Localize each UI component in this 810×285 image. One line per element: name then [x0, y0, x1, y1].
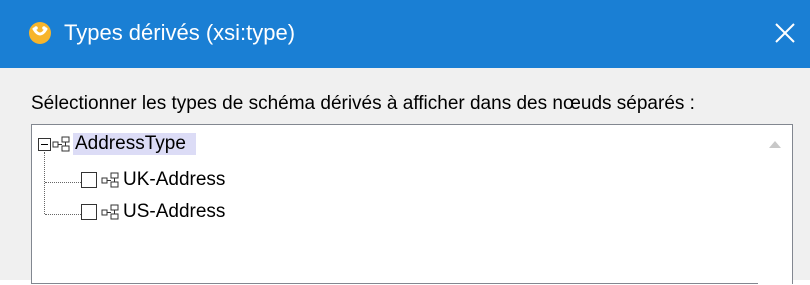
tree-connector	[45, 214, 81, 215]
us-address-label[interactable]: US-Address	[123, 201, 225, 223]
window-title: Types dérivés (xsi:type)	[64, 20, 296, 45]
collapse-toggle[interactable]	[38, 138, 51, 151]
tree-root-label[interactable]: AddressType	[73, 133, 196, 155]
complex-type-icon	[52, 136, 70, 152]
close-icon	[775, 23, 795, 43]
scroll-up-arrow-icon[interactable]	[768, 139, 782, 149]
derived-types-dialog: Types dérivés (xsi:type) Sélectionner le…	[0, 0, 810, 285]
us-address-checkbox[interactable]	[81, 204, 97, 220]
uk-address-label[interactable]: UK-Address	[123, 169, 225, 191]
tree-connector	[45, 182, 81, 183]
derived-types-tree[interactable]: AddressType UK-Address US-Address	[31, 124, 793, 285]
altova-icon	[29, 22, 51, 44]
close-button[interactable]	[766, 14, 804, 52]
uk-address-checkbox[interactable]	[81, 172, 97, 188]
title-bar: Types dérivés (xsi:type)	[0, 0, 810, 68]
vertical-scrollbar[interactable]	[758, 125, 792, 285]
complex-type-icon	[101, 172, 119, 188]
complex-type-icon	[101, 204, 119, 220]
tree-connector	[44, 152, 45, 214]
instruction-label: Sélectionner les types de schéma dérivés…	[31, 93, 695, 114]
